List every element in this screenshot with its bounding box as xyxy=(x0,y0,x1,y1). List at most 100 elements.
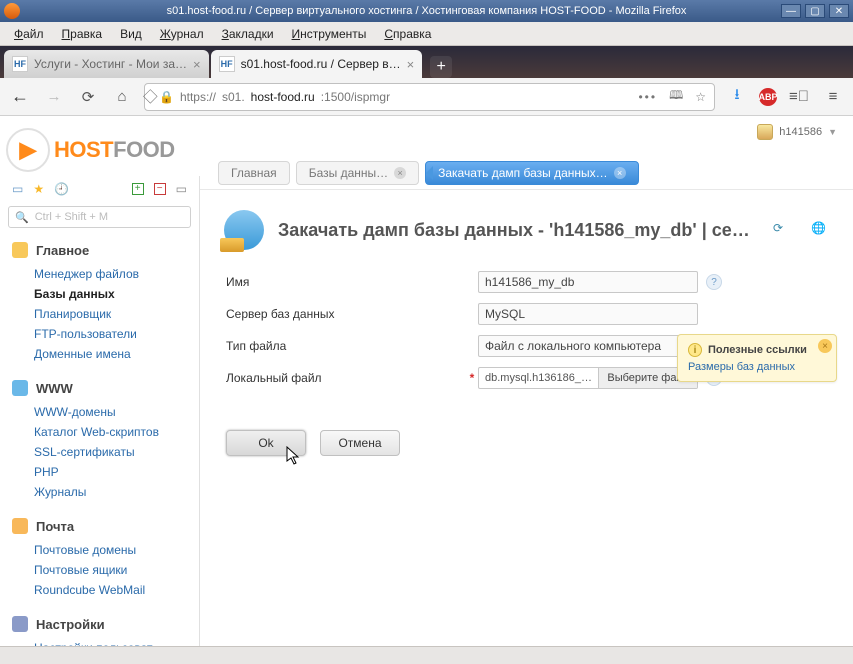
required-star: * xyxy=(466,371,478,385)
reload-button[interactable]: ⟳ xyxy=(76,85,100,109)
url-domain: host-food.ru xyxy=(251,90,315,104)
crumb-current: Закачать дамп базы данных…× xyxy=(425,161,639,185)
menu-help[interactable]: Справка xyxy=(376,24,439,44)
input-server[interactable] xyxy=(478,303,698,325)
hamburger-menu-button[interactable]: ≡ xyxy=(821,85,845,109)
browser-tab-active[interactable]: HF s01.host-food.ru / Сервер в… × xyxy=(211,50,423,78)
history-icon[interactable]: 🕘 xyxy=(54,182,69,196)
sidebar-group-head[interactable]: Почта xyxy=(0,514,199,538)
label-file: Локальный файл xyxy=(226,371,326,385)
menu-tools[interactable]: Инструменты xyxy=(284,24,375,44)
menu-history[interactable]: Журнал xyxy=(152,24,212,44)
group-title: Настройки xyxy=(36,617,105,632)
window-maximize-button[interactable]: ▢ xyxy=(805,4,825,18)
sidebar-toggle-icon[interactable]: ▭ xyxy=(12,182,23,196)
page-actions-icon[interactable]: ••• xyxy=(638,90,657,104)
sidebar-item[interactable]: WWW-домены xyxy=(34,402,199,422)
avatar-icon xyxy=(757,124,773,140)
group-title: Почта xyxy=(36,519,74,534)
bookmark-star-icon[interactable]: ☆ xyxy=(695,90,706,104)
home-button[interactable]: ⌂ xyxy=(110,85,134,109)
sidebar-item[interactable]: FTP-пользователи xyxy=(34,324,199,344)
search-placeholder: Ctrl + Shift + M xyxy=(35,211,108,223)
forward-button[interactable]: → xyxy=(42,85,66,109)
group-title: WWW xyxy=(36,381,73,396)
sidebar-item[interactable]: Каталог Web-скриптов xyxy=(34,422,199,442)
expand-all-icon[interactable]: + xyxy=(132,183,144,195)
menu-file[interactable]: Файл xyxy=(6,24,52,44)
tip-title: Полезные ссылки xyxy=(708,344,807,356)
new-tab-button[interactable]: + xyxy=(430,56,452,78)
brand-logo: ▶ HOSTFOOD xyxy=(6,128,175,172)
sidebar-group-head[interactable]: WWW xyxy=(0,376,199,400)
sidebar-item[interactable]: Почтовые ящики xyxy=(34,560,199,580)
ok-button[interactable]: Ok xyxy=(226,430,306,456)
sidebar-search[interactable]: 🔍 Ctrl + Shift + M xyxy=(8,206,191,228)
cancel-button[interactable]: Отмена xyxy=(320,430,400,456)
url-sub: s01. xyxy=(222,90,245,104)
user-badge[interactable]: h141586 ▼ xyxy=(757,124,837,140)
sidebar-item[interactable]: Почтовые домены xyxy=(34,540,199,560)
logo-text-b: FOOD xyxy=(113,137,175,162)
upload-db-icon xyxy=(224,210,264,250)
window-minimize-button[interactable]: — xyxy=(781,4,801,18)
library-button[interactable]: ≡⃓ xyxy=(787,85,811,109)
sidebar-item[interactable]: Roundcube WebMail xyxy=(34,580,199,600)
sidebar: ▭ ★ 🕘 + − ▭ 🔍 Ctrl + Shift + M ГлавноеМе… xyxy=(0,176,200,646)
sidebar-item[interactable]: Базы данных xyxy=(34,284,199,304)
page-title: Закачать дамп базы данных - 'h141586_my_… xyxy=(278,220,753,241)
window-close-button[interactable]: ✕ xyxy=(829,4,849,18)
url-path: :1500/ispmgr xyxy=(321,90,390,104)
tab-close-icon[interactable]: × xyxy=(193,57,201,72)
tip-link[interactable]: Размеры баз данных xyxy=(688,361,795,373)
window-title: s01.host-food.ru / Сервер виртуального х… xyxy=(167,5,687,17)
sidebar-menu-icon[interactable]: ▭ xyxy=(176,182,187,196)
menu-edit[interactable]: Правка xyxy=(54,24,111,44)
label-server: Сервер баз данных xyxy=(226,307,338,321)
help-icon[interactable]: ? xyxy=(706,274,722,290)
sidebar-item[interactable]: PHP xyxy=(34,462,199,482)
firefox-icon xyxy=(4,3,20,19)
downloads-button[interactable]: ⭳ xyxy=(725,85,749,109)
close-icon[interactable]: × xyxy=(614,167,626,179)
tab-close-icon[interactable]: × xyxy=(407,57,415,72)
sidebar-group-head[interactable]: Главное xyxy=(0,238,199,262)
browser-tab-inactive[interactable]: HF Услуги - Хостинг - Мои за… × xyxy=(4,50,209,78)
sidebar-group-head[interactable]: Настройки xyxy=(0,612,199,636)
label-name: Имя xyxy=(226,275,253,289)
close-icon[interactable]: × xyxy=(818,339,832,353)
search-icon: 🔍 xyxy=(15,211,29,224)
sidebar-item[interactable]: Доменные имена xyxy=(34,344,199,364)
back-button[interactable]: ← xyxy=(8,85,32,109)
sidebar-item[interactable]: Планировщик xyxy=(34,304,199,324)
favorites-icon[interactable]: ★ xyxy=(33,182,44,196)
close-icon[interactable]: × xyxy=(394,167,406,179)
input-file[interactable]: db.mysql.h136186_met. Выберите файл xyxy=(478,367,698,389)
input-type[interactable] xyxy=(478,335,698,357)
favicon-icon: HF xyxy=(12,56,28,72)
logo-text-a: HOST xyxy=(54,137,113,162)
info-icon: i xyxy=(688,343,702,357)
breadcrumb: Главная Базы данны…× Закачать дамп базы … xyxy=(200,156,853,190)
refresh-icon[interactable]: ⟳ xyxy=(773,221,791,239)
chevron-down-icon: ▼ xyxy=(828,127,837,137)
label-type: Тип файла xyxy=(226,339,290,353)
menu-view[interactable]: Вид xyxy=(112,24,150,44)
sidebar-item[interactable]: SSL-сертификаты xyxy=(34,442,199,462)
sidebar-item[interactable]: Менеджер файлов xyxy=(34,264,199,284)
crumb-home[interactable]: Главная xyxy=(218,161,290,185)
favicon-icon: HF xyxy=(219,56,235,72)
menu-bookmarks[interactable]: Закладки xyxy=(214,24,282,44)
sidebar-item[interactable]: Журналы xyxy=(34,482,199,502)
adblock-icon[interactable]: ABP xyxy=(759,88,777,106)
collapse-all-icon[interactable]: − xyxy=(154,183,166,195)
hint-popup: × i Полезные ссылки Размеры баз данных xyxy=(677,334,837,382)
crumb-db[interactable]: Базы данны…× xyxy=(296,161,419,185)
reader-icon[interactable]: 🕮 xyxy=(669,86,683,107)
user-name: h141586 xyxy=(779,126,822,138)
help-globe-icon[interactable]: 🌐 xyxy=(811,221,829,239)
status-bar xyxy=(0,646,853,664)
page-content: h141586 ▼ ▶ HOSTFOOD ▭ ★ 🕘 + − ▭ 🔍 Ctrl … xyxy=(0,116,853,646)
url-bar[interactable]: ⃟ 🔒 https://s01.host-food.ru:1500/ispmgr… xyxy=(144,83,715,111)
input-name[interactable] xyxy=(478,271,698,293)
